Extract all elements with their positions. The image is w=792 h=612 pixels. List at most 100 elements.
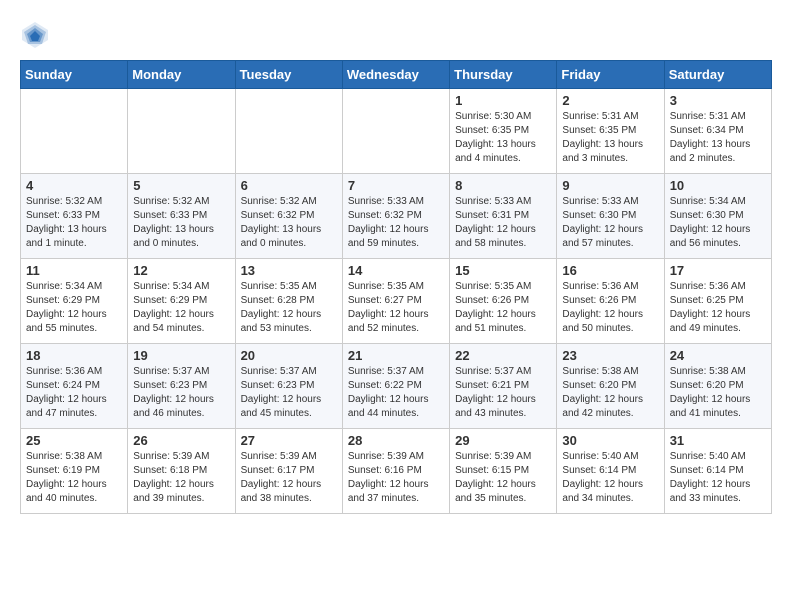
day-cell: 27 Sunrise: 5:39 AM Sunset: 6:17 PM Dayli… <box>235 429 342 514</box>
day-number: 31 <box>670 433 766 448</box>
day-number: 10 <box>670 178 766 193</box>
day-number: 26 <box>133 433 229 448</box>
day-number: 1 <box>455 93 551 108</box>
day-number: 14 <box>348 263 444 278</box>
day-number: 8 <box>455 178 551 193</box>
day-number: 2 <box>562 93 658 108</box>
day-cell: 11 Sunrise: 5:34 AM Sunset: 6:29 PM Dayli… <box>21 259 128 344</box>
day-cell: 19 Sunrise: 5:37 AM Sunset: 6:23 PM Dayli… <box>128 344 235 429</box>
day-info: Sunrise: 5:35 AM Sunset: 6:26 PM Dayligh… <box>455 280 551 336</box>
day-cell: 9 Sunrise: 5:33 AM Sunset: 6:30 PM Daylig… <box>557 174 664 259</box>
day-info: Sunrise: 5:40 AM Sunset: 6:14 PM Dayligh… <box>670 450 766 506</box>
day-info: Sunrise: 5:32 AM Sunset: 6:33 PM Dayligh… <box>26 195 122 251</box>
day-cell: 3 Sunrise: 5:31 AM Sunset: 6:34 PM Daylig… <box>664 89 771 174</box>
day-cell: 26 Sunrise: 5:39 AM Sunset: 6:18 PM Dayli… <box>128 429 235 514</box>
day-info: Sunrise: 5:38 AM Sunset: 6:20 PM Dayligh… <box>562 365 658 421</box>
day-info: Sunrise: 5:38 AM Sunset: 6:20 PM Dayligh… <box>670 365 766 421</box>
day-info: Sunrise: 5:37 AM Sunset: 6:23 PM Dayligh… <box>133 365 229 421</box>
day-cell <box>128 89 235 174</box>
day-cell: 12 Sunrise: 5:34 AM Sunset: 6:29 PM Dayli… <box>128 259 235 344</box>
day-number: 24 <box>670 348 766 363</box>
day-number: 20 <box>241 348 337 363</box>
day-info: Sunrise: 5:37 AM Sunset: 6:22 PM Dayligh… <box>348 365 444 421</box>
day-number: 7 <box>348 178 444 193</box>
day-number: 6 <box>241 178 337 193</box>
day-info: Sunrise: 5:34 AM Sunset: 6:30 PM Dayligh… <box>670 195 766 251</box>
header <box>20 20 772 50</box>
day-number: 23 <box>562 348 658 363</box>
day-cell: 15 Sunrise: 5:35 AM Sunset: 6:26 PM Dayli… <box>450 259 557 344</box>
weekday-header-tuesday: Tuesday <box>235 61 342 89</box>
weekday-header-row: SundayMondayTuesdayWednesdayThursdayFrid… <box>21 61 772 89</box>
day-number: 28 <box>348 433 444 448</box>
day-info: Sunrise: 5:37 AM Sunset: 6:23 PM Dayligh… <box>241 365 337 421</box>
day-info: Sunrise: 5:36 AM Sunset: 6:26 PM Dayligh… <box>562 280 658 336</box>
day-cell: 30 Sunrise: 5:40 AM Sunset: 6:14 PM Dayli… <box>557 429 664 514</box>
day-number: 16 <box>562 263 658 278</box>
day-info: Sunrise: 5:38 AM Sunset: 6:19 PM Dayligh… <box>26 450 122 506</box>
day-number: 9 <box>562 178 658 193</box>
day-cell: 16 Sunrise: 5:36 AM Sunset: 6:26 PM Dayli… <box>557 259 664 344</box>
day-number: 4 <box>26 178 122 193</box>
day-number: 15 <box>455 263 551 278</box>
day-number: 11 <box>26 263 122 278</box>
day-info: Sunrise: 5:35 AM Sunset: 6:27 PM Dayligh… <box>348 280 444 336</box>
day-number: 17 <box>670 263 766 278</box>
day-number: 3 <box>670 93 766 108</box>
day-cell: 2 Sunrise: 5:31 AM Sunset: 6:35 PM Daylig… <box>557 89 664 174</box>
day-number: 21 <box>348 348 444 363</box>
day-info: Sunrise: 5:34 AM Sunset: 6:29 PM Dayligh… <box>26 280 122 336</box>
day-info: Sunrise: 5:40 AM Sunset: 6:14 PM Dayligh… <box>562 450 658 506</box>
day-cell: 28Sunrise: 5:39 AM Sunset: 6:16 PM Dayli… <box>342 429 449 514</box>
day-cell: 5 Sunrise: 5:32 AM Sunset: 6:33 PM Daylig… <box>128 174 235 259</box>
day-cell: 4 Sunrise: 5:32 AM Sunset: 6:33 PM Daylig… <box>21 174 128 259</box>
day-info: Sunrise: 5:31 AM Sunset: 6:35 PM Dayligh… <box>562 110 658 166</box>
day-info: Sunrise: 5:31 AM Sunset: 6:34 PM Dayligh… <box>670 110 766 166</box>
day-number: 18 <box>26 348 122 363</box>
day-number: 13 <box>241 263 337 278</box>
day-info: Sunrise: 5:39 AM Sunset: 6:18 PM Dayligh… <box>133 450 229 506</box>
day-number: 29 <box>455 433 551 448</box>
day-info: Sunrise: 5:32 AM Sunset: 6:33 PM Dayligh… <box>133 195 229 251</box>
day-cell: 10 Sunrise: 5:34 AM Sunset: 6:30 PM Dayli… <box>664 174 771 259</box>
day-cell: 13 Sunrise: 5:35 AM Sunset: 6:28 PM Dayli… <box>235 259 342 344</box>
day-info: Sunrise: 5:39 AM Sunset: 6:17 PM Dayligh… <box>241 450 337 506</box>
day-info: Sunrise: 5:30 AM Sunset: 6:35 PM Dayligh… <box>455 110 551 166</box>
day-number: 5 <box>133 178 229 193</box>
day-cell: 7 Sunrise: 5:33 AM Sunset: 6:32 PM Daylig… <box>342 174 449 259</box>
day-cell: 8 Sunrise: 5:33 AM Sunset: 6:31 PM Daylig… <box>450 174 557 259</box>
week-row-3: 11 Sunrise: 5:34 AM Sunset: 6:29 PM Dayli… <box>21 259 772 344</box>
day-cell <box>21 89 128 174</box>
day-cell: 31 Sunrise: 5:40 AM Sunset: 6:14 PM Dayli… <box>664 429 771 514</box>
day-cell: 18 Sunrise: 5:36 AM Sunset: 6:24 PM Dayli… <box>21 344 128 429</box>
day-cell: 20 Sunrise: 5:37 AM Sunset: 6:23 PM Dayli… <box>235 344 342 429</box>
day-cell: 14 Sunrise: 5:35 AM Sunset: 6:27 PM Dayli… <box>342 259 449 344</box>
day-number: 27 <box>241 433 337 448</box>
day-info: Sunrise: 5:33 AM Sunset: 6:30 PM Dayligh… <box>562 195 658 251</box>
weekday-header-monday: Monday <box>128 61 235 89</box>
day-info: Sunrise: 5:36 AM Sunset: 6:24 PM Dayligh… <box>26 365 122 421</box>
day-cell: 17 Sunrise: 5:36 AM Sunset: 6:25 PM Dayli… <box>664 259 771 344</box>
day-info: Sunrise: 5:36 AM Sunset: 6:25 PM Dayligh… <box>670 280 766 336</box>
day-info: Sunrise: 5:33 AM Sunset: 6:31 PM Dayligh… <box>455 195 551 251</box>
weekday-header-thursday: Thursday <box>450 61 557 89</box>
day-info: Sunrise: 5:33 AM Sunset: 6:32 PM Dayligh… <box>348 195 444 251</box>
day-cell: 23 Sunrise: 5:38 AM Sunset: 6:20 PM Dayli… <box>557 344 664 429</box>
day-info: Sunrise: 5:35 AM Sunset: 6:28 PM Dayligh… <box>241 280 337 336</box>
weekday-header-friday: Friday <box>557 61 664 89</box>
weekday-header-wednesday: Wednesday <box>342 61 449 89</box>
day-number: 19 <box>133 348 229 363</box>
day-number: 30 <box>562 433 658 448</box>
day-cell: 25 Sunrise: 5:38 AM Sunset: 6:19 PM Dayli… <box>21 429 128 514</box>
day-info: Sunrise: 5:37 AM Sunset: 6:21 PM Dayligh… <box>455 365 551 421</box>
weekday-header-saturday: Saturday <box>664 61 771 89</box>
day-number: 25 <box>26 433 122 448</box>
day-info: Sunrise: 5:32 AM Sunset: 6:32 PM Dayligh… <box>241 195 337 251</box>
day-cell: 22Sunrise: 5:37 AM Sunset: 6:21 PM Dayli… <box>450 344 557 429</box>
day-info: Sunrise: 5:39 AM Sunset: 6:15 PM Dayligh… <box>455 450 551 506</box>
weekday-header-sunday: Sunday <box>21 61 128 89</box>
day-number: 12 <box>133 263 229 278</box>
logo <box>20 20 54 50</box>
calendar-table: SundayMondayTuesdayWednesdayThursdayFrid… <box>20 60 772 514</box>
day-info: Sunrise: 5:34 AM Sunset: 6:29 PM Dayligh… <box>133 280 229 336</box>
